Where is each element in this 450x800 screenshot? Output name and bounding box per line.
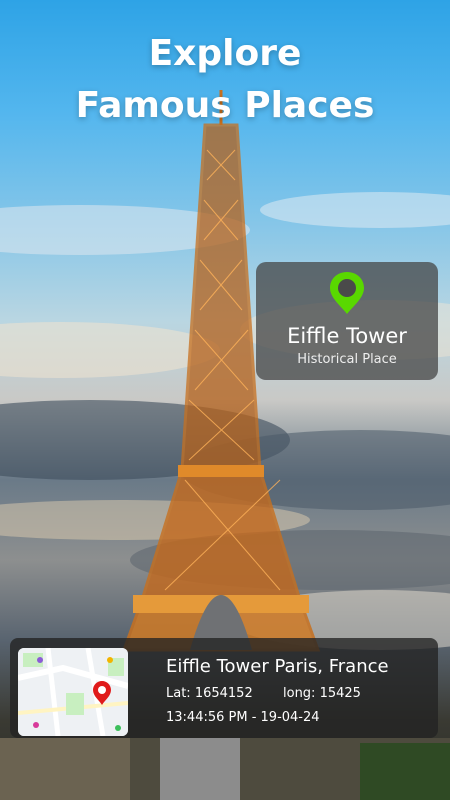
place-subtitle: Historical Place xyxy=(297,352,397,367)
onboarding-screen: Explore Famous Places Eiffle Tower Histo… xyxy=(0,0,450,800)
map-thumbnail[interactable] xyxy=(18,648,128,736)
map-marker-icon xyxy=(93,681,111,705)
place-title: Eiffle Tower xyxy=(287,324,407,348)
place-card[interactable]: Eiffle Tower Historical Place xyxy=(256,262,438,380)
timestamp-text: 13:44:56 PM - 19-04-24 xyxy=(166,710,320,725)
headline-line-2: Famous Places xyxy=(75,85,375,126)
latitude-text: Lat: 1654152 xyxy=(166,686,253,701)
location-pin-icon xyxy=(330,272,364,314)
headline-line-1: Explore xyxy=(148,33,302,74)
ground-background xyxy=(0,738,450,800)
headline: Explore Famous Places xyxy=(0,28,450,132)
location-title: Eiffle Tower Paris, France xyxy=(166,656,389,677)
location-info-card[interactable]: Eiffle Tower Paris, France Lat: 1654152 … xyxy=(10,638,438,738)
longitude-text: long: 15425 xyxy=(283,686,361,701)
